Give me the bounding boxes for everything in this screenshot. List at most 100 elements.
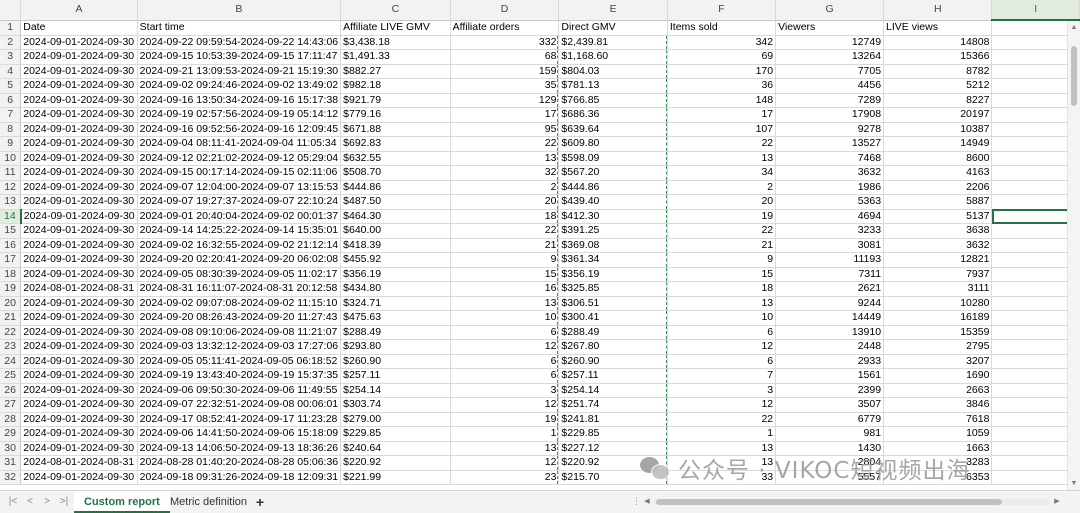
- table-cell[interactable]: 129: [450, 93, 560, 108]
- table-cell[interactable]: 2024-09-16 09:52:56-2024-09-16 12:09:45: [137, 122, 342, 137]
- last-sheet-icon[interactable]: >|: [57, 495, 71, 509]
- header-cell[interactable]: Affiliate LIVE GMV: [340, 20, 451, 36]
- table-cell[interactable]: 3233: [775, 223, 885, 239]
- table-cell[interactable]: 95: [450, 122, 560, 137]
- table-cell[interactable]: 7311: [775, 267, 885, 282]
- table-cell[interactable]: 2024-09-07 22:32:51-2024-09-08 00:06:01: [137, 397, 342, 413]
- table-cell[interactable]: 2024-09-20 08:26:43-2024-09-20 11:27:43: [137, 310, 342, 326]
- table-cell[interactable]: 2795: [883, 339, 993, 355]
- table-cell[interactable]: $639.64: [558, 122, 668, 137]
- table-cell[interactable]: 2024-09-01-2024-09-30: [20, 107, 138, 123]
- table-cell[interactable]: $609.80: [558, 136, 668, 152]
- table-cell[interactable]: 2024-09-03 13:32:12-2024-09-03 17:27:06: [137, 339, 342, 355]
- table-cell[interactable]: 2024-09-01-2024-09-30: [20, 93, 138, 108]
- table-cell[interactable]: $257.11: [558, 368, 668, 384]
- table-cell[interactable]: $439.40: [558, 194, 668, 210]
- table-cell[interactable]: $260.90: [558, 354, 668, 369]
- row-header[interactable]: 27: [0, 397, 22, 413]
- table-cell[interactable]: $982.18: [340, 78, 451, 94]
- table-cell[interactable]: 8782: [883, 64, 993, 79]
- table-cell[interactable]: 12821: [883, 252, 993, 268]
- table-cell[interactable]: 3207: [883, 354, 993, 369]
- tab-split-handle[interactable]: ⋮: [632, 496, 641, 507]
- table-cell[interactable]: $257.11: [340, 368, 451, 384]
- table-cell[interactable]: $779.16: [340, 107, 451, 123]
- table-cell[interactable]: 2024-09-05 05:11:41-2024-09-05 06:18:52: [137, 354, 342, 369]
- table-cell[interactable]: 2024-09-06 09:50:30-2024-09-06 11:49:55: [137, 383, 342, 398]
- table-cell[interactable]: 9244: [775, 296, 885, 311]
- table-cell[interactable]: 10: [667, 310, 777, 326]
- table-cell[interactable]: 981: [775, 426, 885, 442]
- table-cell[interactable]: 8600: [883, 151, 993, 166]
- table-cell[interactable]: 6779: [775, 412, 885, 427]
- table-cell[interactable]: 13264: [775, 49, 885, 65]
- table-cell[interactable]: 1430: [775, 441, 885, 456]
- table-cell[interactable]: 10280: [883, 296, 993, 311]
- table-cell[interactable]: 9278: [775, 122, 885, 137]
- row-header[interactable]: 12: [0, 180, 22, 195]
- table-cell[interactable]: 20: [667, 194, 777, 210]
- table-cell[interactable]: 2024-09-02 09:07:08-2024-09-02 11:15:10: [137, 296, 342, 311]
- table-cell[interactable]: 7705: [775, 64, 885, 79]
- table-cell[interactable]: 9: [667, 252, 777, 268]
- table-cell[interactable]: $882.27: [340, 64, 451, 79]
- table-cell[interactable]: $487.50: [340, 194, 451, 210]
- table-cell[interactable]: $632.55: [340, 151, 451, 166]
- table-cell[interactable]: $267.80: [558, 339, 668, 355]
- table-cell[interactable]: 5212: [883, 78, 993, 94]
- table-cell[interactable]: 332: [450, 35, 560, 50]
- table-cell[interactable]: 6: [667, 325, 777, 340]
- table-cell[interactable]: $692.83: [340, 136, 451, 152]
- table-cell[interactable]: 3283: [883, 455, 993, 471]
- table-cell[interactable]: $418.39: [340, 238, 451, 253]
- table-cell[interactable]: 2024-09-01-2024-09-30: [20, 238, 138, 253]
- table-cell[interactable]: 4456: [775, 78, 885, 94]
- row-header[interactable]: 11: [0, 165, 22, 181]
- table-cell[interactable]: 12: [667, 339, 777, 355]
- table-cell[interactable]: 3632: [775, 165, 885, 181]
- table-cell[interactable]: $361.34: [558, 252, 668, 268]
- table-cell[interactable]: 1: [450, 426, 560, 442]
- header-cell[interactable]: Affiliate orders: [450, 20, 560, 36]
- table-cell[interactable]: $260.90: [340, 354, 451, 369]
- table-cell[interactable]: $444.86: [340, 180, 451, 195]
- table-cell[interactable]: 13527: [775, 136, 885, 152]
- table-cell[interactable]: 6: [450, 354, 560, 369]
- row-header[interactable]: 15: [0, 223, 22, 239]
- table-cell[interactable]: 22: [667, 223, 777, 239]
- horizontal-scroll-thumb[interactable]: [656, 499, 1002, 505]
- row-header[interactable]: 13: [0, 194, 22, 210]
- table-cell[interactable]: $306.51: [558, 296, 668, 311]
- table-cell[interactable]: 15: [667, 267, 777, 282]
- table-cell[interactable]: 159: [450, 64, 560, 79]
- table-cell[interactable]: 2024-09-22 09:59:54-2024-09-22 14:43:06: [137, 35, 342, 50]
- row-header[interactable]: 14: [0, 209, 22, 224]
- table-cell[interactable]: $356.19: [340, 267, 451, 282]
- row-header[interactable]: 5: [0, 78, 22, 94]
- table-cell[interactable]: 20197: [883, 107, 993, 123]
- table-cell[interactable]: 2024-08-28 01:40:20-2024-08-28 05:06:36: [137, 455, 342, 471]
- row-header[interactable]: 23: [0, 339, 22, 355]
- data-table[interactable]: ABCDEFGHI 1 Date Start time Affiliate LIVE …: [0, 0, 1080, 485]
- tab-metric-definition[interactable]: Metric definition: [160, 491, 257, 513]
- table-cell[interactable]: $1,168.60: [558, 49, 668, 65]
- table-cell[interactable]: 10387: [883, 122, 993, 137]
- table-cell[interactable]: 5363: [775, 194, 885, 210]
- table-cell[interactable]: 3111: [883, 281, 993, 297]
- table-cell[interactable]: 2024-09-01-2024-09-30: [20, 136, 138, 152]
- table-cell[interactable]: $324.71: [340, 296, 451, 311]
- table-cell[interactable]: $251.74: [558, 397, 668, 413]
- table-cell[interactable]: $293.80: [340, 339, 451, 355]
- table-cell[interactable]: $241.81: [558, 412, 668, 427]
- row-header[interactable]: 26: [0, 383, 22, 398]
- table-cell[interactable]: 7: [667, 368, 777, 384]
- table-cell[interactable]: 2206: [883, 180, 993, 195]
- table-cell[interactable]: 1690: [883, 368, 993, 384]
- table-cell[interactable]: 2621: [775, 281, 885, 297]
- table-cell[interactable]: 5887: [883, 194, 993, 210]
- table-cell[interactable]: 20: [450, 194, 560, 210]
- table-cell[interactable]: 3632: [883, 238, 993, 253]
- table-cell[interactable]: 2024-09-01-2024-09-30: [20, 151, 138, 166]
- table-cell[interactable]: 16189: [883, 310, 993, 326]
- table-cell[interactable]: $391.25: [558, 223, 668, 239]
